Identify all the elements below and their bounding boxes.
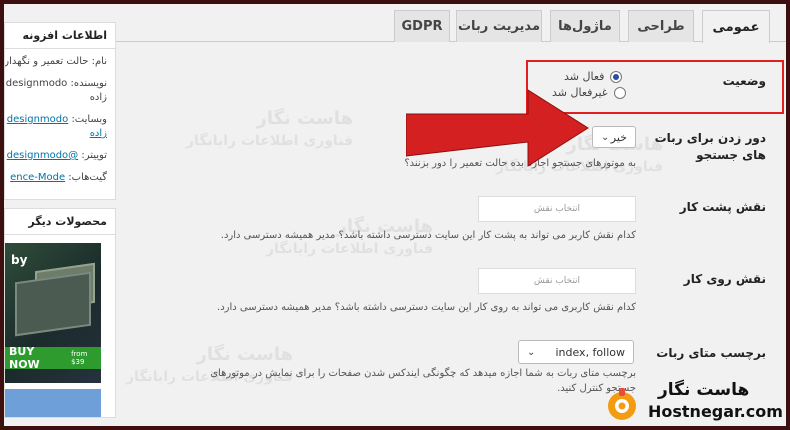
tab-robot-management[interactable]: مدیریت ربات [456, 10, 542, 42]
brand-logo-icon [608, 388, 636, 420]
pointer-arrow [406, 89, 589, 167]
robots-meta-select[interactable]: ⌄ index, follow [518, 340, 634, 364]
watermark: هاست نگارفناوری اطلاعات رایانگار [186, 108, 354, 149]
tab-design[interactable]: طراحی [628, 10, 694, 42]
chevron-down-icon: ⌄ [527, 346, 536, 358]
info-website-name: زاده [5, 127, 115, 141]
brand-name-fa: هاست نگار [658, 380, 750, 400]
frontend-role-field[interactable]: انتخاب نقش [478, 268, 636, 294]
brand-name-en: Hostnegar.com [648, 402, 783, 421]
backend-role-label: نقش پشت کار [679, 200, 766, 214]
promo-by: by [11, 253, 28, 267]
promo-banner[interactable]: by BUY NOW from $39 [5, 243, 101, 383]
settings-tabs: عمومی طراحی ماژول‌ها مدیریت ربات GDPR [104, 8, 786, 43]
plugin-info-title: اطلاعات افزونه [5, 23, 115, 49]
info-github: گیت‌هاب: ence-Mode [10, 172, 107, 183]
promo-footer-band [5, 389, 101, 417]
plugin-info-box: اطلاعات افزونه نام: حالت تعمیر و نگهداری… [4, 22, 116, 200]
github-link[interactable]: ence-Mode [10, 172, 65, 183]
backend-role-field[interactable]: انتخاب نقش [478, 196, 636, 222]
info-website: وبسایت: designmodo [6, 114, 107, 125]
other-products-title: محصولات دیگر [5, 209, 115, 235]
website-name-link[interactable]: زاده [90, 128, 107, 139]
tab-modules[interactable]: ماژول‌ها [550, 10, 620, 42]
buy-now-button[interactable]: BUY NOW from $39 [5, 345, 101, 371]
other-products-box: محصولات دیگر by BUY NOW from $39 [4, 208, 116, 418]
promo-screenshot-front [15, 271, 91, 337]
robots-meta-label: برچسب متای ربات [656, 346, 766, 360]
backend-role-desc: کدام نقش کاربر می تواند به پشت کار این س… [220, 230, 636, 241]
settings-content: هاست نگارفناوری اطلاعات رایانگار هاست نگ… [116, 44, 786, 426]
frontend-role-label: نقش روی کار [683, 272, 766, 286]
twitter-link[interactable]: @designmodo [7, 150, 79, 161]
brand-logo: هاست نگار Hostnegar.com [604, 380, 786, 426]
info-twitter: توییتر: @designmodo [6, 150, 107, 161]
robots-meta-desc: برچسب متای ربات به شما اجازه میدهد که چگ… [210, 368, 636, 394]
app-frame: عمومی طراحی ماژول‌ها مدیریت ربات GDPR اط… [0, 0, 790, 430]
info-name: نام: حالت تعمیر و نگهداری [5, 56, 107, 67]
info-author-name: زاده [89, 92, 107, 103]
info-author: نویسنده: designmodo [5, 78, 107, 89]
tab-general[interactable]: عمومی [702, 10, 770, 43]
bypass-label: دور زدن برای ربات های جستجو [654, 131, 766, 162]
frontend-role-desc: کدام نقش کاربری می تواند به روی کار این … [217, 302, 636, 313]
tab-gdpr[interactable]: GDPR [394, 10, 450, 42]
website-link[interactable]: designmodo [7, 114, 69, 125]
sidebar: اطلاعات افزونه نام: حالت تعمیر و نگهداری… [4, 8, 116, 426]
